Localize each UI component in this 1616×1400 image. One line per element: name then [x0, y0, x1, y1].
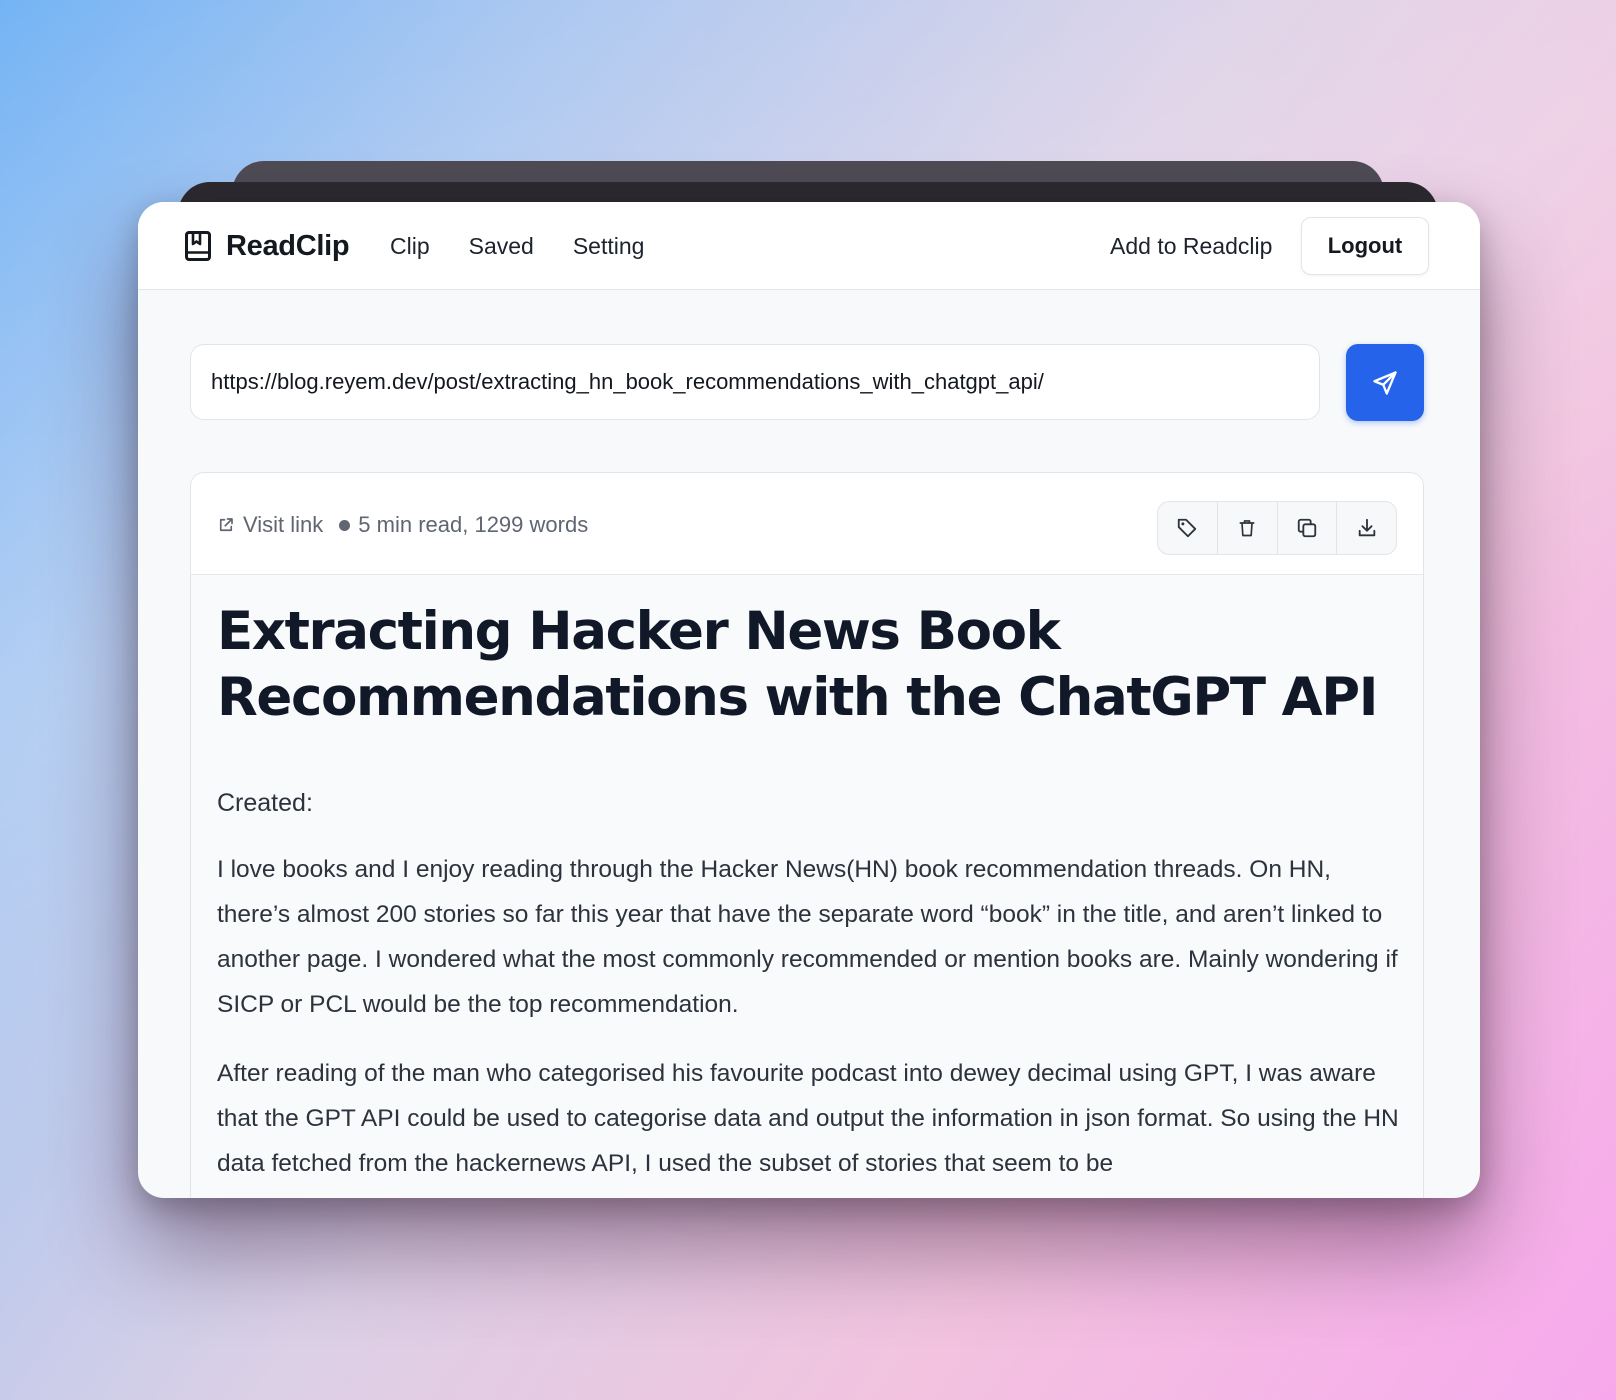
created-label: Created:: [217, 789, 313, 817]
nav-links: Clip Saved Setting: [390, 230, 644, 262]
article-card: Visit link 5 min read, 1299 words Extrac…: [190, 472, 1424, 1198]
nav-link-clip[interactable]: Clip: [390, 230, 430, 262]
article-paragraph: I love books and I enjoy reading through…: [217, 856, 1398, 1018]
trash-icon: [1239, 520, 1255, 537]
submit-button[interactable]: [1346, 344, 1424, 421]
article-paragraph: After reading of the man who categorised…: [217, 1060, 1399, 1177]
read-time-text: 5 min read, 1299 words: [358, 512, 589, 537]
visit-link[interactable]: Visit link: [217, 511, 323, 539]
separator-dot: [339, 519, 351, 531]
article-card-header: Visit link 5 min read, 1299 words: [191, 473, 1423, 575]
download-button[interactable]: [1337, 502, 1396, 554]
copy-button[interactable]: [1278, 502, 1338, 554]
app-window: ReadClip Clip Saved Setting Add to Readc…: [138, 202, 1480, 1198]
visit-link-label: Visit link: [243, 512, 324, 537]
send-icon: [1373, 370, 1397, 395]
delete-button[interactable]: [1218, 502, 1278, 554]
article-actions: [1157, 501, 1397, 555]
external-link-icon: [219, 518, 233, 532]
copy-icon: [1297, 518, 1317, 538]
brand-name: ReadClip: [226, 229, 350, 262]
nav-link-saved[interactable]: Saved: [469, 230, 534, 262]
book-icon: [185, 231, 211, 261]
nav-link-setting[interactable]: Setting: [573, 230, 645, 262]
article-body: Extracting Hacker News Book Recommendati…: [217, 599, 1407, 1186]
tag-button[interactable]: [1158, 502, 1218, 554]
download-icon: [1358, 518, 1375, 537]
article-title: Extracting Hacker News Book Recommendati…: [217, 601, 1378, 728]
tag-icon: [1178, 518, 1197, 538]
brand[interactable]: ReadClip: [184, 228, 350, 264]
logout-button[interactable]: Logout: [1301, 217, 1429, 275]
article-meta: Visit link 5 min read, 1299 words: [217, 511, 588, 539]
top-navbar: ReadClip Clip Saved Setting Add to Readc…: [138, 202, 1480, 290]
url-input[interactable]: [190, 344, 1320, 420]
add-to-readclip-link[interactable]: Add to Readclip: [1110, 230, 1272, 262]
